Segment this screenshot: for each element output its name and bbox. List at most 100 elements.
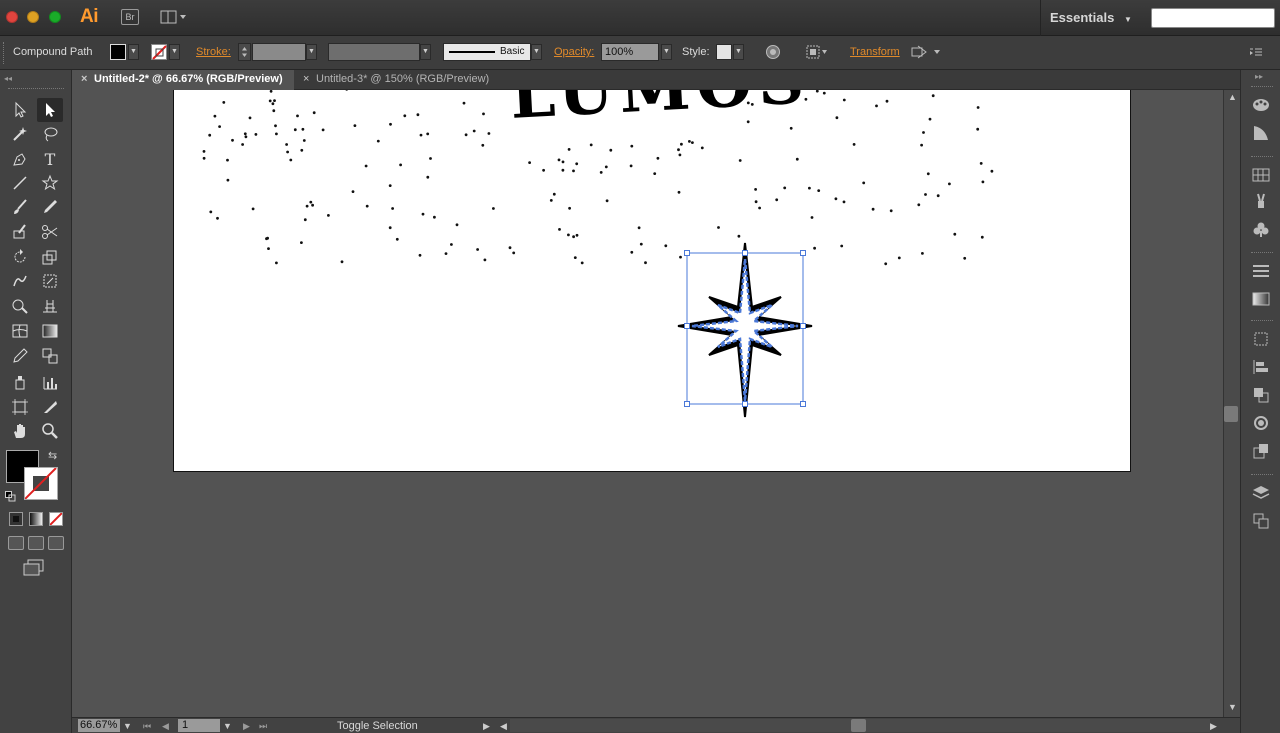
opacity-field[interactable]: 100% (601, 43, 659, 61)
gradient-panel-button[interactable] (1251, 290, 1271, 308)
zoom-tool[interactable] (37, 419, 63, 443)
color-panel-button[interactable] (1251, 96, 1271, 114)
star-tool[interactable] (37, 171, 63, 195)
status-menu-arrow-icon[interactable]: ▶ (483, 721, 490, 732)
mesh-tool[interactable] (7, 319, 33, 343)
opacity-dropdown-icon[interactable]: ▼ (661, 44, 672, 60)
previous-artboard-icon[interactable]: ◀ (162, 721, 169, 732)
stroke-weight-stepper[interactable] (238, 43, 251, 61)
collapse-panel-icon[interactable]: ◂◂ (4, 74, 12, 83)
layers-panel-button[interactable] (1251, 484, 1271, 502)
lasso-tool[interactable] (37, 122, 63, 146)
swap-fill-stroke-icon[interactable]: ⇆ (48, 449, 57, 462)
opacity-label[interactable]: Opacity: (554, 46, 594, 58)
pathfinder-panel-button[interactable] (1251, 386, 1271, 404)
type-tool[interactable]: T (37, 147, 63, 171)
stroke-color-box[interactable] (24, 467, 58, 500)
expand-panels-icon[interactable]: ▸▸ (1255, 72, 1263, 81)
scroll-down-icon[interactable]: ▼ (1228, 702, 1237, 712)
scale-tool[interactable] (37, 245, 63, 269)
horizontal-scroll-thumb[interactable] (851, 719, 866, 732)
transform-panel-link[interactable]: Transform (850, 46, 900, 58)
first-artboard-icon[interactable]: ⏮ (143, 721, 151, 732)
tab-untitled-2[interactable]: × Untitled-2* @ 66.67% (RGB/Preview) (72, 70, 294, 90)
appearance-panel-button[interactable] (1251, 414, 1271, 432)
swatches-panel-button[interactable] (1251, 166, 1271, 184)
line-segment-tool[interactable] (7, 171, 33, 195)
close-window-button[interactable] (6, 11, 18, 23)
blend-tool[interactable] (37, 344, 63, 368)
maximize-window-button[interactable] (49, 11, 61, 23)
canvas-area[interactable]: LUMOS (73, 90, 1223, 717)
default-fill-stroke-button[interactable] (5, 491, 16, 502)
symbol-sprayer-tool[interactable] (7, 370, 33, 394)
fill-dropdown-arrow-icon[interactable]: ▼ (128, 44, 139, 60)
rotate-tool[interactable] (7, 245, 33, 269)
variable-width-dropdown-icon[interactable]: ▼ (420, 44, 431, 60)
panel-grip-icon[interactable] (1251, 320, 1273, 323)
scissors-tool[interactable] (37, 220, 63, 244)
gradient-mode-button[interactable] (29, 512, 43, 526)
perspective-grid-tool[interactable] (37, 294, 63, 318)
free-transform-tool[interactable] (37, 269, 63, 293)
panel-grip-icon[interactable] (8, 88, 64, 91)
draw-inside-button[interactable] (48, 536, 64, 550)
control-menu-button[interactable] (1249, 46, 1263, 58)
brush-definition-field[interactable]: Basic (443, 43, 531, 61)
artboard[interactable]: LUMOS (173, 90, 1131, 472)
hand-tool[interactable] (7, 419, 33, 443)
close-icon[interactable]: × (303, 73, 309, 85)
fill-swatch[interactable] (110, 44, 126, 60)
minimize-window-button[interactable] (27, 11, 39, 23)
paintbrush-tool[interactable] (7, 195, 33, 219)
bridge-button[interactable]: Br (121, 9, 139, 25)
color-mode-button[interactable] (9, 512, 23, 526)
workspace-switcher[interactable]: Essentials ▼ (1050, 10, 1132, 25)
stroke-weight-dropdown-icon[interactable]: ▼ (306, 44, 317, 60)
selected-star-object[interactable] (174, 90, 1132, 473)
warp-tool[interactable] (7, 269, 33, 293)
stroke-panel-button[interactable] (1251, 262, 1271, 280)
blob-brush-tool[interactable] (7, 220, 33, 244)
selection-tool[interactable] (7, 98, 33, 122)
shape-builder-tool[interactable] (7, 294, 33, 318)
artboard-tool[interactable] (7, 395, 33, 419)
artboards-panel-button[interactable] (1251, 512, 1271, 530)
artboard-dropdown-icon[interactable]: ▼ (223, 721, 232, 731)
tab-untitled-3[interactable]: × Untitled-3* @ 150% (RGB/Preview) (294, 70, 504, 90)
panel-grip-icon[interactable] (1251, 86, 1273, 89)
gradient-tool[interactable] (37, 319, 63, 343)
graphic-style-dropdown-icon[interactable]: ▼ (733, 44, 744, 60)
none-mode-button[interactable] (49, 512, 63, 526)
eyedropper-tool[interactable] (7, 344, 33, 368)
variable-width-profile-field[interactable] (328, 43, 420, 61)
scroll-up-icon[interactable]: ▲ (1228, 92, 1237, 102)
pen-tool[interactable] (7, 147, 33, 171)
graphic-styles-panel-button[interactable] (1251, 442, 1271, 460)
last-artboard-icon[interactable]: ⏭ (259, 721, 267, 732)
isolate-selected-button[interactable] (910, 44, 942, 60)
panel-grip-icon[interactable] (1251, 252, 1273, 255)
status-text[interactable]: Toggle Selection (337, 720, 418, 732)
arrange-documents-button[interactable] (160, 10, 188, 25)
stroke-weight-field[interactable] (252, 43, 306, 61)
stroke-dropdown-arrow-icon[interactable]: ▼ (169, 44, 180, 60)
symbols-panel-button[interactable] (1251, 220, 1271, 238)
panel-grip-icon[interactable] (1251, 156, 1273, 159)
panel-grip-icon[interactable] (3, 42, 9, 64)
align-to-selection-button[interactable] (805, 44, 829, 60)
draw-behind-button[interactable] (28, 536, 44, 550)
change-screen-mode-button[interactable] (22, 559, 46, 577)
column-graph-tool[interactable] (37, 370, 63, 394)
search-input[interactable] (1151, 8, 1275, 28)
direct-selection-tool[interactable] (37, 98, 63, 122)
star-shape[interactable] (677, 242, 813, 418)
pencil-tool[interactable] (37, 195, 63, 219)
next-artboard-icon[interactable]: ▶ (243, 721, 250, 732)
stroke-label[interactable]: Stroke: (196, 46, 231, 58)
recolor-artwork-button[interactable] (765, 44, 781, 60)
vertical-scrollbar[interactable]: ▲ ▼ (1223, 90, 1240, 717)
zoom-level-field[interactable]: 66.67% (78, 719, 120, 732)
stroke-swatch[interactable] (151, 44, 167, 60)
artboard-number-field[interactable]: 1 (178, 719, 220, 732)
